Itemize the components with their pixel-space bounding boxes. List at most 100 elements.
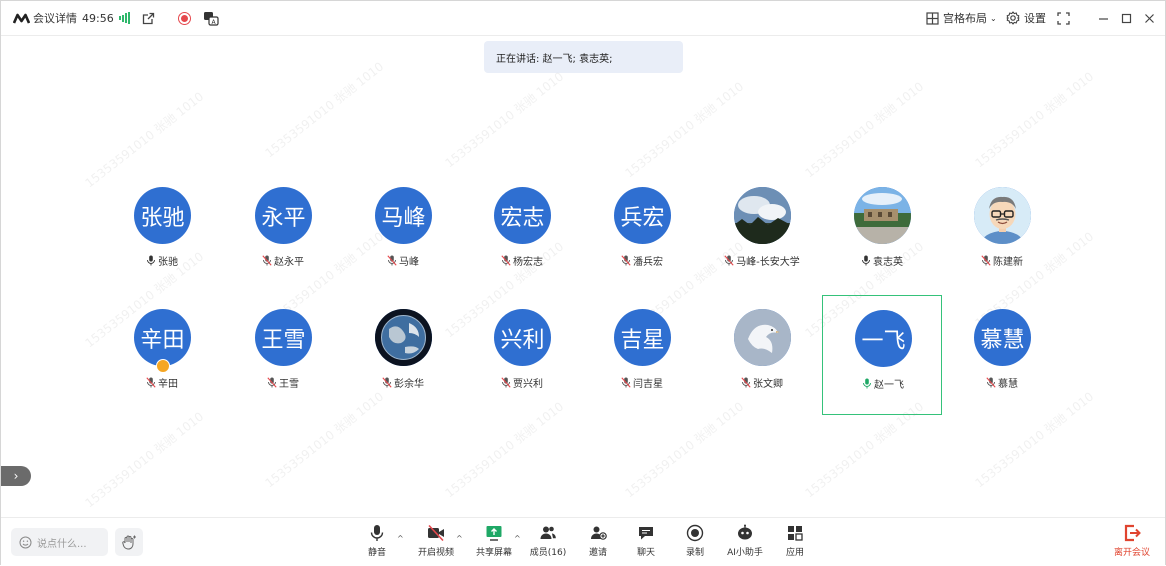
mute-label: 静音: [367, 548, 386, 558]
participant-name-row: 辛田: [102, 375, 222, 390]
participant-name-row: 赵一飞: [823, 376, 943, 391]
gear-icon: [1006, 11, 1020, 25]
mic-icon: [147, 255, 155, 266]
mic-muted-icon: [724, 255, 734, 266]
mic-muted-icon: [741, 377, 751, 388]
fullscreen-icon[interactable]: [1057, 1, 1070, 35]
mic-speaking-icon: [863, 378, 871, 389]
mic-muted-icon: [981, 255, 991, 266]
participant-tile[interactable]: 一飞赵一飞: [822, 295, 942, 415]
quick-chat-input[interactable]: 说点什么...: [11, 528, 108, 556]
chat-button[interactable]: 聊天: [622, 524, 670, 562]
share-options-chevron-icon[interactable]: ^: [514, 534, 521, 543]
recording-indicator-icon[interactable]: [178, 1, 191, 35]
participant-name-row: 杨宏志: [462, 253, 582, 268]
maximize-icon[interactable]: [1121, 1, 1132, 35]
settings-button[interactable]: 设置: [1006, 1, 1046, 35]
participant-name: 潘兵宏: [633, 257, 663, 268]
participant-avatar: 兵宏: [614, 187, 671, 244]
popout-icon[interactable]: [142, 1, 155, 35]
participant-name-row: 彭余华: [343, 375, 463, 390]
participant-name: 赵一飞: [874, 380, 904, 391]
participant-tile[interactable]: 王雪 王雪: [223, 295, 343, 415]
start-video-button[interactable]: 开启视频: [412, 524, 460, 562]
meeting-info-button[interactable]: 会议详情: [13, 1, 77, 35]
chevron-right-icon: ›: [13, 469, 19, 483]
ai-assistant-label: AI小助手: [727, 548, 763, 558]
invite-button[interactable]: 邀请: [574, 524, 622, 562]
mute-button[interactable]: 静音: [353, 524, 401, 562]
meeting-logo-icon: [13, 13, 30, 24]
chevron-down-icon: ⌄: [990, 13, 997, 23]
record-button[interactable]: 录制: [671, 524, 719, 562]
participant-tile[interactable]: 张文卿: [702, 295, 822, 415]
participant-avatar: 吉星: [614, 309, 671, 366]
translate-icon[interactable]: A: [203, 1, 219, 35]
participant-avatar: 辛田: [134, 309, 191, 366]
leave-label: 离开会议: [1113, 548, 1150, 558]
participant-tile[interactable]: 宏志 杨宏志: [462, 173, 582, 293]
watermark-text: 15353591010 张驰 1010: [622, 79, 747, 181]
participant-tile[interactable]: 马峰 马峰: [343, 173, 463, 293]
participant-avatar: 一飞: [855, 310, 912, 367]
grid-layout-icon: [926, 11, 939, 25]
participant-tile[interactable]: 陈建新: [942, 173, 1062, 293]
expand-panel-button[interactable]: ›: [1, 466, 31, 486]
video-options-chevron-icon[interactable]: ^: [456, 534, 463, 543]
members-label: 成员(16): [529, 548, 567, 558]
network-signal-icon[interactable]: [119, 1, 131, 35]
record-label: 录制: [685, 548, 704, 558]
raise-hand-icon: [122, 535, 136, 550]
share-screen-button[interactable]: 共享屏幕: [470, 524, 518, 562]
participant-avatar: 张驰: [134, 187, 191, 244]
host-badge-icon: [156, 359, 170, 373]
participant-tile[interactable]: 马峰-长安大学: [702, 173, 822, 293]
participant-tile[interactable]: 彭余华: [343, 295, 463, 415]
watermark-text: 15353591010 张驰 1010: [82, 409, 207, 511]
ai-assistant-button[interactable]: AI小助手: [721, 524, 769, 562]
start-video-label: 开启视频: [417, 548, 454, 558]
participant-name-row: 闫吉星: [582, 375, 702, 390]
participant-name: 彭余华: [394, 379, 424, 390]
mic-muted-icon: [267, 377, 277, 388]
ai-assistant-icon: [738, 524, 752, 540]
chat-label: 聊天: [636, 548, 655, 558]
mic-muted-icon: [382, 377, 392, 388]
participant-name-row: 袁志英: [822, 253, 942, 268]
participant-name-row: 马峰: [343, 253, 463, 268]
leave-meeting-button[interactable]: 离开会议: [1107, 524, 1157, 562]
participant-name: 张驰: [158, 257, 178, 268]
participant-tile[interactable]: 袁志英: [822, 173, 942, 293]
watermark-text: 15353591010 张驰 1010: [802, 79, 927, 181]
participant-avatar: 兴利: [494, 309, 551, 366]
mute-options-chevron-icon[interactable]: ^: [397, 534, 404, 543]
participant-name: 张文卿: [753, 379, 783, 390]
participant-tile[interactable]: 慕慧 慕慧: [942, 295, 1062, 415]
emoji-icon: [19, 536, 32, 548]
participant-name: 陈建新: [993, 257, 1023, 268]
participant-tile[interactable]: 吉星 闫吉星: [582, 295, 702, 415]
grid-layout-button[interactable]: 宫格布局 ⌄: [926, 1, 997, 35]
mic-icon: [862, 255, 870, 266]
participant-tile[interactable]: 兵宏潘兵宏: [582, 173, 702, 293]
participant-tile[interactable]: 永平 赵永平: [223, 173, 343, 293]
mic-muted-icon: [262, 255, 272, 266]
participant-name-row: 张驰: [102, 253, 222, 268]
leave-icon: [1124, 524, 1141, 542]
participant-name: 贾兴利: [513, 379, 543, 390]
close-icon[interactable]: [1144, 1, 1155, 35]
raise-hand-button[interactable]: [115, 528, 143, 556]
participant-name-row: 贾兴利: [462, 375, 582, 390]
chat-placeholder: 说点什么...: [37, 538, 87, 550]
members-button[interactable]: 成员(16): [524, 524, 572, 562]
participant-tile[interactable]: 张驰 张驰: [102, 173, 222, 293]
participant-photo-avatar: [734, 187, 791, 244]
settings-label: 设置: [1024, 12, 1046, 25]
participant-avatar: 慕慧: [974, 309, 1031, 366]
speaking-text: 正在讲话: 赵一飞; 袁志英;: [496, 53, 613, 65]
participant-tile[interactable]: 辛田 辛田: [102, 295, 222, 415]
participant-avatar: 永平: [255, 187, 312, 244]
apps-button[interactable]: 应用: [771, 524, 819, 562]
minimize-icon[interactable]: [1098, 1, 1109, 35]
participant-tile[interactable]: 兴利贾兴利: [462, 295, 582, 415]
